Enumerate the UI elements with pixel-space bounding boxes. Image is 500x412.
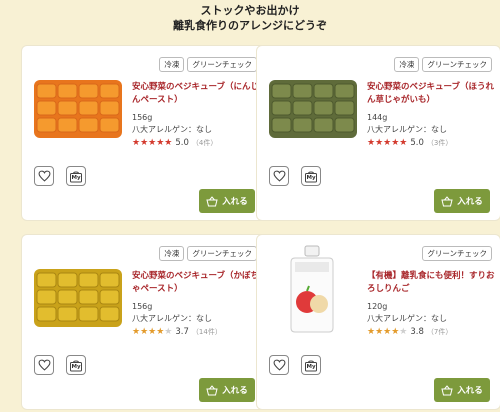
allergen-info: 八大アレルゲン：なし bbox=[132, 125, 212, 134]
heart-icon bbox=[38, 359, 50, 371]
product-weight: 144g bbox=[367, 113, 388, 122]
tag-green-check: グリーンチェック bbox=[422, 246, 492, 261]
add-to-cart-button[interactable]: 入れる bbox=[434, 189, 490, 213]
rating-score: 3.7 bbox=[175, 327, 189, 337]
product-card[interactable]: 冷凍 グリーンチェック 安心野菜のベジキューブ（かぼちゃペースト） 156g 八… bbox=[21, 234, 266, 410]
star-rating-icon: ★★★★★ bbox=[367, 138, 408, 148]
allergen-info: 八大アレルゲン：なし bbox=[367, 314, 447, 323]
rating: ★★★★★ 5.0 （4件） bbox=[132, 138, 262, 148]
star-rating-icon: ★★★★★ bbox=[367, 327, 408, 337]
product-weight: 156g bbox=[132, 302, 153, 311]
star-rating-icon: ★★★★★ bbox=[132, 138, 173, 148]
tag-green-check: グリーンチェック bbox=[187, 246, 257, 261]
my-list-button[interactable]: My bbox=[66, 166, 86, 186]
favorite-button[interactable] bbox=[34, 355, 54, 375]
add-to-cart-button[interactable]: 入れる bbox=[199, 189, 255, 213]
product-name[interactable]: 安心野菜のベジキューブ（ほうれん草じゃがいも） bbox=[367, 81, 497, 107]
cart-label: 入れる bbox=[222, 386, 248, 396]
add-to-cart-button[interactable]: 入れる bbox=[199, 378, 255, 402]
product-name[interactable]: 安心野菜のベジキューブ（かぼちゃペースト） bbox=[132, 270, 262, 296]
apple-pouch-icon[interactable] bbox=[267, 243, 359, 335]
allergen-info: 八大アレルゲン：なし bbox=[367, 125, 447, 134]
favorite-button[interactable] bbox=[269, 166, 289, 186]
tag-green-check: グリーンチェック bbox=[422, 57, 492, 72]
carrot-cube-tray-icon[interactable] bbox=[32, 78, 124, 140]
rating: ★★★★★ 3.7 （14件） bbox=[132, 327, 262, 337]
tag-frozen: 冷凍 bbox=[159, 246, 185, 261]
favorite-button[interactable] bbox=[34, 166, 54, 186]
product-weight: 120g bbox=[367, 302, 388, 311]
heart-icon bbox=[38, 170, 50, 182]
tag-frozen: 冷凍 bbox=[394, 57, 420, 72]
header-line-2: 離乳食作りのアレンジにどうぞ bbox=[173, 19, 327, 32]
heart-icon bbox=[273, 359, 285, 371]
basket-icon bbox=[206, 195, 218, 206]
review-count[interactable]: （4件） bbox=[192, 138, 217, 148]
basket-icon bbox=[441, 384, 453, 395]
cart-label: 入れる bbox=[457, 386, 483, 396]
rating-score: 5.0 bbox=[175, 138, 189, 148]
header-line-1: ストックやお出かけ bbox=[200, 4, 300, 17]
product-card[interactable]: グリーンチェック 【有機】離乳食にも便利！すりおろしりんご 120g 八大アレル… bbox=[256, 234, 500, 410]
rating-score: 5.0 bbox=[410, 138, 424, 148]
cart-label: 入れる bbox=[457, 197, 483, 207]
product-card[interactable]: 冷凍 グリーンチェック 安心野菜のベジキューブ（ほうれん草じゃがいも） 144g… bbox=[256, 45, 500, 221]
cart-label: 入れる bbox=[222, 197, 248, 207]
tag-list: 冷凍 グリーンチェック bbox=[394, 57, 492, 72]
tag-list: 冷凍 グリーンチェック bbox=[159, 57, 257, 72]
rating: ★★★★★ 5.0 （3件） bbox=[367, 138, 497, 148]
basket-icon bbox=[206, 384, 218, 395]
my-label: My bbox=[306, 364, 316, 370]
my-label: My bbox=[306, 175, 316, 181]
rating-score: 3.8 bbox=[410, 327, 424, 337]
product-name[interactable]: 安心野菜のベジキューブ（にんじんペースト） bbox=[132, 81, 262, 107]
my-list-button[interactable]: My bbox=[66, 355, 86, 375]
review-count[interactable]: （14件） bbox=[192, 327, 222, 337]
my-list-button[interactable]: My bbox=[301, 166, 321, 186]
rating: ★★★★★ 3.8 （7件） bbox=[367, 327, 497, 337]
tag-list: グリーンチェック bbox=[422, 246, 492, 261]
spinach-cube-tray-icon[interactable] bbox=[267, 78, 359, 140]
product-card[interactable]: 冷凍 グリーンチェック 安心野菜のベジキューブ（にんじんペースト） 156g 八… bbox=[21, 45, 266, 221]
review-count[interactable]: （7件） bbox=[427, 327, 452, 337]
tag-list: 冷凍 グリーンチェック bbox=[159, 246, 257, 261]
favorite-button[interactable] bbox=[269, 355, 289, 375]
add-to-cart-button[interactable]: 入れる bbox=[434, 378, 490, 402]
review-count[interactable]: （3件） bbox=[427, 138, 452, 148]
pumpkin-cube-tray-icon[interactable] bbox=[32, 267, 124, 329]
my-list-button[interactable]: My bbox=[301, 355, 321, 375]
my-label: My bbox=[71, 175, 81, 181]
allergen-info: 八大アレルゲン：なし bbox=[132, 314, 212, 323]
tag-green-check: グリーンチェック bbox=[187, 57, 257, 72]
star-rating-icon: ★★★★★ bbox=[132, 327, 173, 337]
product-weight: 156g bbox=[132, 113, 153, 122]
my-label: My bbox=[71, 364, 81, 370]
page-header: ストックやお出かけ 離乳食作りのアレンジにどうぞ bbox=[0, 0, 500, 38]
heart-icon bbox=[273, 170, 285, 182]
basket-icon bbox=[441, 195, 453, 206]
tag-frozen: 冷凍 bbox=[159, 57, 185, 72]
product-name[interactable]: 【有機】離乳食にも便利！すりおろしりんご bbox=[367, 270, 497, 296]
